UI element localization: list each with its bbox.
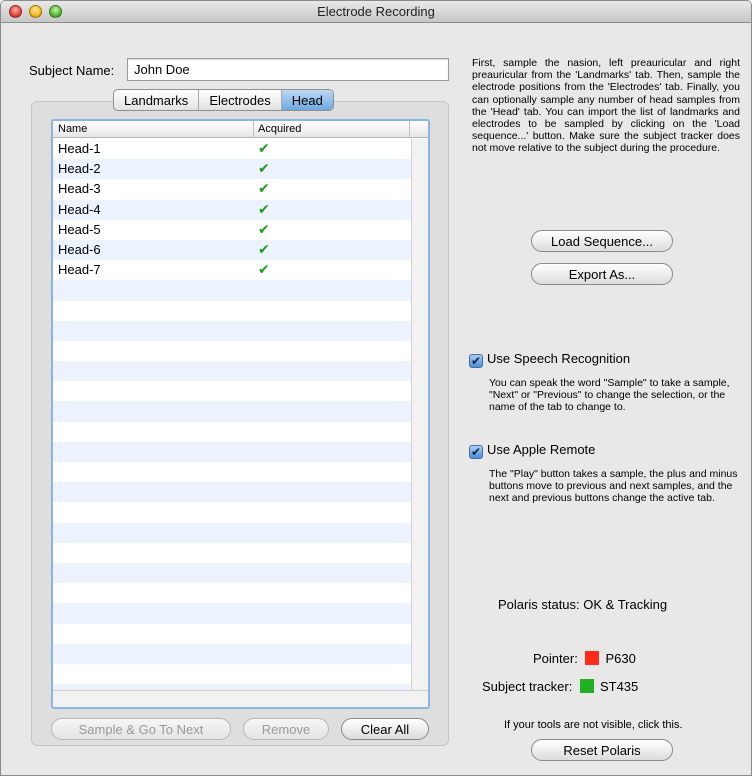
speech-recognition-checkbox[interactable]: ✔ Use Speech Recognition — [469, 351, 630, 368]
checkmark-icon[interactable]: ✔ — [469, 354, 483, 368]
tab-control: Landmarks Electrodes Head — [113, 89, 334, 111]
cell-name: Head-2 — [58, 161, 101, 177]
table-row[interactable] — [53, 664, 411, 684]
acquired-checkmark-icon: ✔ — [258, 200, 270, 217]
table-row[interactable] — [53, 543, 411, 563]
subject-name-field[interactable]: John Doe — [127, 58, 449, 81]
cell-name: Head-7 — [58, 262, 101, 278]
acquired-checkmark-icon: ✔ — [258, 140, 270, 156]
polaris-status: Polaris status: OK & Tracking — [498, 597, 667, 612]
column-divider — [409, 121, 410, 138]
speech-recognition-description: You can speak the word "Sample" to take … — [489, 377, 730, 414]
table-row[interactable] — [53, 502, 411, 522]
acquired-checkmark-icon: ✔ — [258, 160, 270, 177]
cell-name: Head-6 — [58, 241, 101, 257]
polaris-status-label: Polaris status: — [498, 597, 580, 612]
table-row[interactable] — [53, 422, 411, 442]
speech-recognition-label[interactable]: Use Speech Recognition — [487, 351, 630, 366]
table-row[interactable] — [53, 624, 411, 644]
polaris-status-value: OK & Tracking — [583, 597, 668, 612]
cell-name: Head-5 — [58, 221, 101, 237]
tab-electrodes[interactable]: Electrodes — [199, 90, 282, 110]
acquired-checkmark-icon: ✔ — [258, 261, 270, 278]
tab-head[interactable]: Head — [281, 90, 333, 110]
pointer-label: Pointer: — [533, 651, 578, 666]
table-body: Head-1 ✔ Head-2 ✔ Head-3 ✔ Head-4 ✔ Head-5 ✔ Head-… — [53, 139, 411, 705]
table-row[interactable] — [53, 361, 411, 382]
subject-tracker-status-indicator — [579, 679, 594, 693]
table-row[interactable]: Head-5 ✔ — [53, 220, 411, 240]
table-row[interactable] — [53, 482, 411, 503]
sample-go-to-next-button[interactable]: Sample & Go To Next — [51, 718, 231, 740]
tab-landmarks[interactable]: Landmarks — [114, 90, 200, 110]
column-header-acquired[interactable]: Acquired — [258, 123, 301, 135]
table-row[interactable] — [53, 301, 411, 321]
pointer-id: P630 — [605, 651, 636, 666]
horizontal-scrollbar[interactable] — [53, 690, 428, 707]
table-row[interactable]: Head-4 ✔ — [53, 199, 411, 220]
table-row[interactable]: Head-3 ✔ — [53, 179, 411, 199]
table-row[interactable]: Head-6 ✔ — [53, 239, 411, 261]
window-title: Electrode Recording — [317, 4, 435, 19]
table-row[interactable] — [53, 381, 411, 401]
acquired-checkmark-icon: ✔ — [258, 240, 270, 257]
table-row[interactable] — [53, 522, 411, 543]
apple-remote-description: The "Play" button takes a sample, the pl… — [489, 468, 738, 505]
vertical-scrollbar[interactable] — [411, 139, 428, 690]
clear-all-button[interactable]: Clear All — [341, 718, 429, 740]
reset-polaris-button[interactable]: Reset Polaris — [531, 739, 673, 761]
apple-remote-checkbox[interactable]: ✔ Use Apple Remote — [469, 442, 595, 459]
column-divider — [253, 121, 254, 138]
export-as-button[interactable]: Export As... — [531, 263, 673, 285]
polaris-hint-text: If your tools are not visible, click thi… — [504, 719, 683, 731]
main-window: Electrode Recording Subject Name: John D… — [0, 0, 752, 776]
cell-name: Head-3 — [58, 181, 101, 197]
table-row[interactable] — [53, 562, 411, 584]
table-row[interactable] — [53, 462, 411, 482]
acquired-checkmark-icon: ✔ — [258, 220, 270, 237]
table-row[interactable] — [53, 320, 411, 341]
table-row[interactable] — [53, 643, 411, 664]
load-sequence-button[interactable]: Load Sequence... — [531, 230, 673, 252]
cell-name: Head-1 — [58, 141, 101, 156]
table-row[interactable]: Head-7 ✔ — [53, 260, 411, 280]
subject-tracker-label: Subject tracker: — [482, 679, 573, 694]
cell-name: Head-4 — [58, 201, 101, 217]
remove-button[interactable]: Remove — [243, 718, 329, 740]
table-row[interactable]: Head-2 ✔ — [53, 159, 411, 180]
samples-table[interactable]: Name Acquired Head-1 ✔ Head-2 ✔ Head-3 ✔ Head-… — [51, 119, 430, 709]
apple-remote-label[interactable]: Use Apple Remote — [487, 442, 595, 457]
table-row[interactable]: Head-1 ✔ — [53, 139, 411, 159]
checkmark-icon[interactable]: ✔ — [469, 445, 483, 459]
title-bar[interactable]: Electrode Recording — [1, 1, 751, 23]
pointer-status: Pointer: P630 — [533, 651, 636, 666]
table-row[interactable] — [53, 603, 411, 624]
subject-name-label: Subject Name: — [29, 63, 115, 78]
acquired-checkmark-icon: ✔ — [258, 180, 270, 197]
table-header: Name Acquired — [53, 121, 428, 138]
table-row[interactable] — [53, 583, 411, 603]
table-row[interactable] — [53, 441, 411, 462]
table-row[interactable] — [53, 341, 411, 361]
table-row[interactable] — [53, 401, 411, 422]
subject-tracker-status: Subject tracker: ST435 — [482, 679, 638, 694]
column-header-name[interactable]: Name — [58, 123, 87, 135]
subject-tracker-id: ST435 — [599, 679, 639, 694]
instructions-text: First, sample the nasion, left preauricu… — [472, 57, 740, 155]
pointer-status-indicator — [585, 651, 600, 665]
table-row[interactable] — [53, 280, 411, 301]
